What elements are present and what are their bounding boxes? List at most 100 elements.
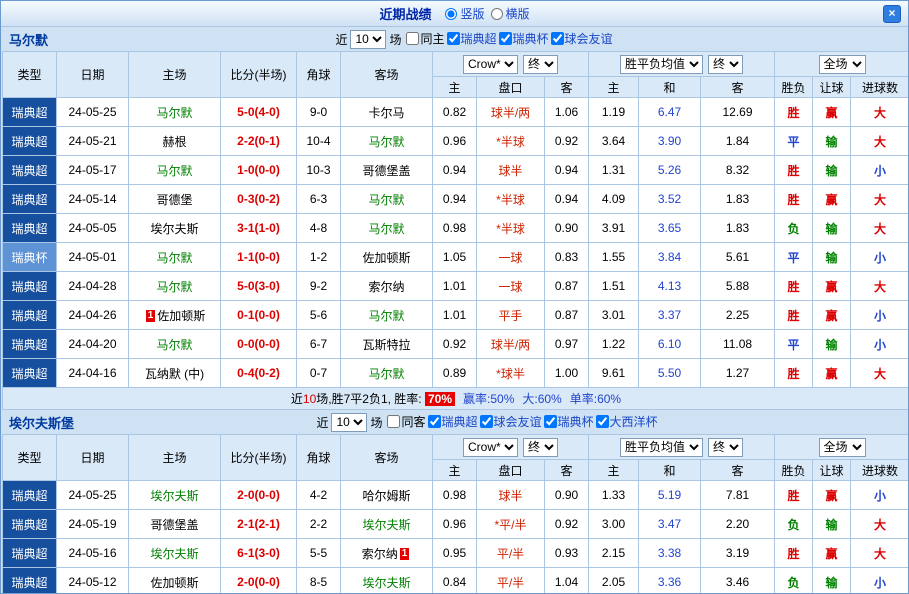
away-team-cell: 佐加顿斯 bbox=[341, 243, 433, 272]
league-filter-checkbox[interactable]: 瑞典超 bbox=[428, 413, 478, 430]
close-icon[interactable]: × bbox=[883, 5, 901, 23]
avg-away-cell: 2.25 bbox=[701, 301, 775, 330]
panel-titlebar: 近期战绩 竖版 横版 × bbox=[1, 1, 908, 27]
layout-radio-vertical[interactable]: 竖版 bbox=[445, 5, 484, 22]
handicap-result-cell: 输 bbox=[813, 510, 851, 539]
checkbox-input[interactable] bbox=[406, 32, 419, 45]
checkbox-input[interactable] bbox=[447, 32, 460, 45]
league-filter-checkbox[interactable]: 同主 bbox=[406, 30, 444, 47]
score-cell: 6-1(3-0) bbox=[221, 539, 297, 568]
home-team-cell: 埃尔夫斯 bbox=[129, 481, 221, 510]
avg-away-cell: 3.46 bbox=[701, 568, 775, 594]
team-name: 马尔默 bbox=[156, 106, 192, 120]
team1-filters: 近 10 场 同主瑞典超瑞典杯球会友谊 bbox=[48, 30, 900, 49]
sub-avg-draw-header-2: 和 bbox=[639, 460, 701, 481]
goals-cell: 大 bbox=[851, 127, 909, 156]
result-cell: 胜 bbox=[775, 156, 813, 185]
avg-odds-select[interactable]: 胜平负均值 bbox=[620, 55, 703, 74]
avg-final-select-2[interactable]: 终 bbox=[708, 438, 743, 457]
radio-vertical-input[interactable] bbox=[445, 8, 457, 20]
recent-count-select-2[interactable]: 10 bbox=[331, 413, 367, 432]
checkbox-input[interactable] bbox=[499, 32, 512, 45]
team1-table-head: 类型 日期 主场 比分(半场) 角球 客场 Crow* 终 胜平负均值 终 bbox=[3, 52, 909, 98]
radio-horizontal-input[interactable] bbox=[491, 8, 503, 20]
odds-company-select[interactable]: Crow* bbox=[463, 55, 518, 74]
team1-summary-body: 近10场,胜7平2负1, 胜率: 70%赢率:50%大:60%单率:60% bbox=[3, 388, 909, 410]
result-cell: 胜 bbox=[775, 185, 813, 214]
odds-away-cell: 0.92 bbox=[545, 510, 589, 539]
avg-home-cell: 2.05 bbox=[589, 568, 639, 594]
match-row: 瑞典超24-04-20马尔默0-0(0-0)6-7瓦斯特拉0.92球半/两0.9… bbox=[3, 330, 909, 359]
corner-cell: 6-7 bbox=[297, 330, 341, 359]
match-row: 瑞典超24-05-25埃尔夫斯2-0(0-0)4-2哈尔姆斯0.98球半0.90… bbox=[3, 481, 909, 510]
avg-draw-cell: 6.47 bbox=[639, 98, 701, 127]
odds-final-select-2[interactable]: 终 bbox=[523, 438, 558, 457]
handicap-cell: *半球 bbox=[477, 127, 545, 156]
goals-cell: 小 bbox=[851, 243, 909, 272]
home-team-cell: 赫根 bbox=[129, 127, 221, 156]
corner-cell: 5-5 bbox=[297, 539, 341, 568]
team-name: 埃尔夫斯 bbox=[150, 547, 198, 561]
odds-away-cell: 0.94 bbox=[545, 185, 589, 214]
league-filter-checkbox[interactable]: 同客 bbox=[387, 413, 425, 430]
checkbox-input[interactable] bbox=[551, 32, 564, 45]
goals-cell: 大 bbox=[851, 185, 909, 214]
goals-cell: 小 bbox=[851, 156, 909, 185]
handicap-result-cell: 输 bbox=[813, 214, 851, 243]
scope-select[interactable]: 全场 bbox=[819, 55, 866, 74]
handicap-result-cell: 赢 bbox=[813, 539, 851, 568]
checkbox-input[interactable] bbox=[428, 415, 441, 428]
league-filter-checkbox[interactable]: 大西洋杯 bbox=[596, 413, 658, 430]
odds-company-select-2[interactable]: Crow* bbox=[463, 438, 518, 457]
layout-radio-horizontal[interactable]: 横版 bbox=[491, 5, 530, 22]
league-filter-checkbox[interactable]: 瑞典超 bbox=[447, 30, 497, 47]
home-team-cell: 埃尔夫斯 bbox=[129, 214, 221, 243]
league-cell: 瑞典超 bbox=[3, 272, 57, 301]
avg-away-cell: 5.61 bbox=[701, 243, 775, 272]
league-filter-checkbox[interactable]: 球会友谊 bbox=[480, 413, 542, 430]
avg-away-cell: 1.84 bbox=[701, 127, 775, 156]
result-cell: 胜 bbox=[775, 98, 813, 127]
avg-home-cell: 4.09 bbox=[589, 185, 639, 214]
team-name: 索尔纳 bbox=[368, 280, 404, 294]
checkbox-input[interactable] bbox=[544, 415, 557, 428]
recent-count-select[interactable]: 10 bbox=[350, 30, 386, 49]
handicap-result-cell: 输 bbox=[813, 330, 851, 359]
away-team-cell: 埃尔夫斯 bbox=[341, 568, 433, 594]
odds-away-cell: 1.00 bbox=[545, 359, 589, 388]
avg-away-cell: 1.83 bbox=[701, 185, 775, 214]
date-cell: 24-04-28 bbox=[57, 272, 129, 301]
league-filter-checkbox[interactable]: 球会友谊 bbox=[551, 30, 613, 47]
avg-home-cell: 3.01 bbox=[589, 301, 639, 330]
home-team-cell: 佐加顿斯 bbox=[129, 568, 221, 594]
scope-select-2[interactable]: 全场 bbox=[819, 438, 866, 457]
corner-cell: 2-2 bbox=[297, 510, 341, 539]
team-name: 哥德堡盖 bbox=[150, 518, 198, 532]
checkbox-input[interactable] bbox=[596, 415, 609, 428]
avg-odds-select-2[interactable]: 胜平负均值 bbox=[620, 438, 703, 457]
league-filter-checkbox[interactable]: 瑞典杯 bbox=[544, 413, 594, 430]
match-row: 瑞典超24-04-28马尔默5-0(3-0)9-2索尔纳1.01一球0.871.… bbox=[3, 272, 909, 301]
handicap-cell: *半球 bbox=[477, 214, 545, 243]
goals-cell: 大 bbox=[851, 214, 909, 243]
avg-draw-cell: 5.26 bbox=[639, 156, 701, 185]
avg-away-cell: 3.19 bbox=[701, 539, 775, 568]
league-filter-checkbox[interactable]: 瑞典杯 bbox=[499, 30, 549, 47]
home-team-cell: 马尔默 bbox=[129, 156, 221, 185]
team-name: 哥德堡 bbox=[156, 193, 192, 207]
checkbox-input[interactable] bbox=[387, 415, 400, 428]
goals-cell: 小 bbox=[851, 330, 909, 359]
home-team-cell: 马尔默 bbox=[129, 330, 221, 359]
league-cell: 瑞典超 bbox=[3, 539, 57, 568]
avg-final-select[interactable]: 终 bbox=[708, 55, 743, 74]
odds-final-select[interactable]: 终 bbox=[523, 55, 558, 74]
avg-away-cell: 1.27 bbox=[701, 359, 775, 388]
checkbox-input[interactable] bbox=[480, 415, 493, 428]
avg-home-cell: 3.91 bbox=[589, 214, 639, 243]
date-cell: 24-05-25 bbox=[57, 98, 129, 127]
odds-away-cell: 0.90 bbox=[545, 481, 589, 510]
goals-cell: 大 bbox=[851, 359, 909, 388]
score-cell: 5-0(3-0) bbox=[221, 272, 297, 301]
score-cell: 2-2(0-1) bbox=[221, 127, 297, 156]
home-team-cell: 1佐加顿斯 bbox=[129, 301, 221, 330]
